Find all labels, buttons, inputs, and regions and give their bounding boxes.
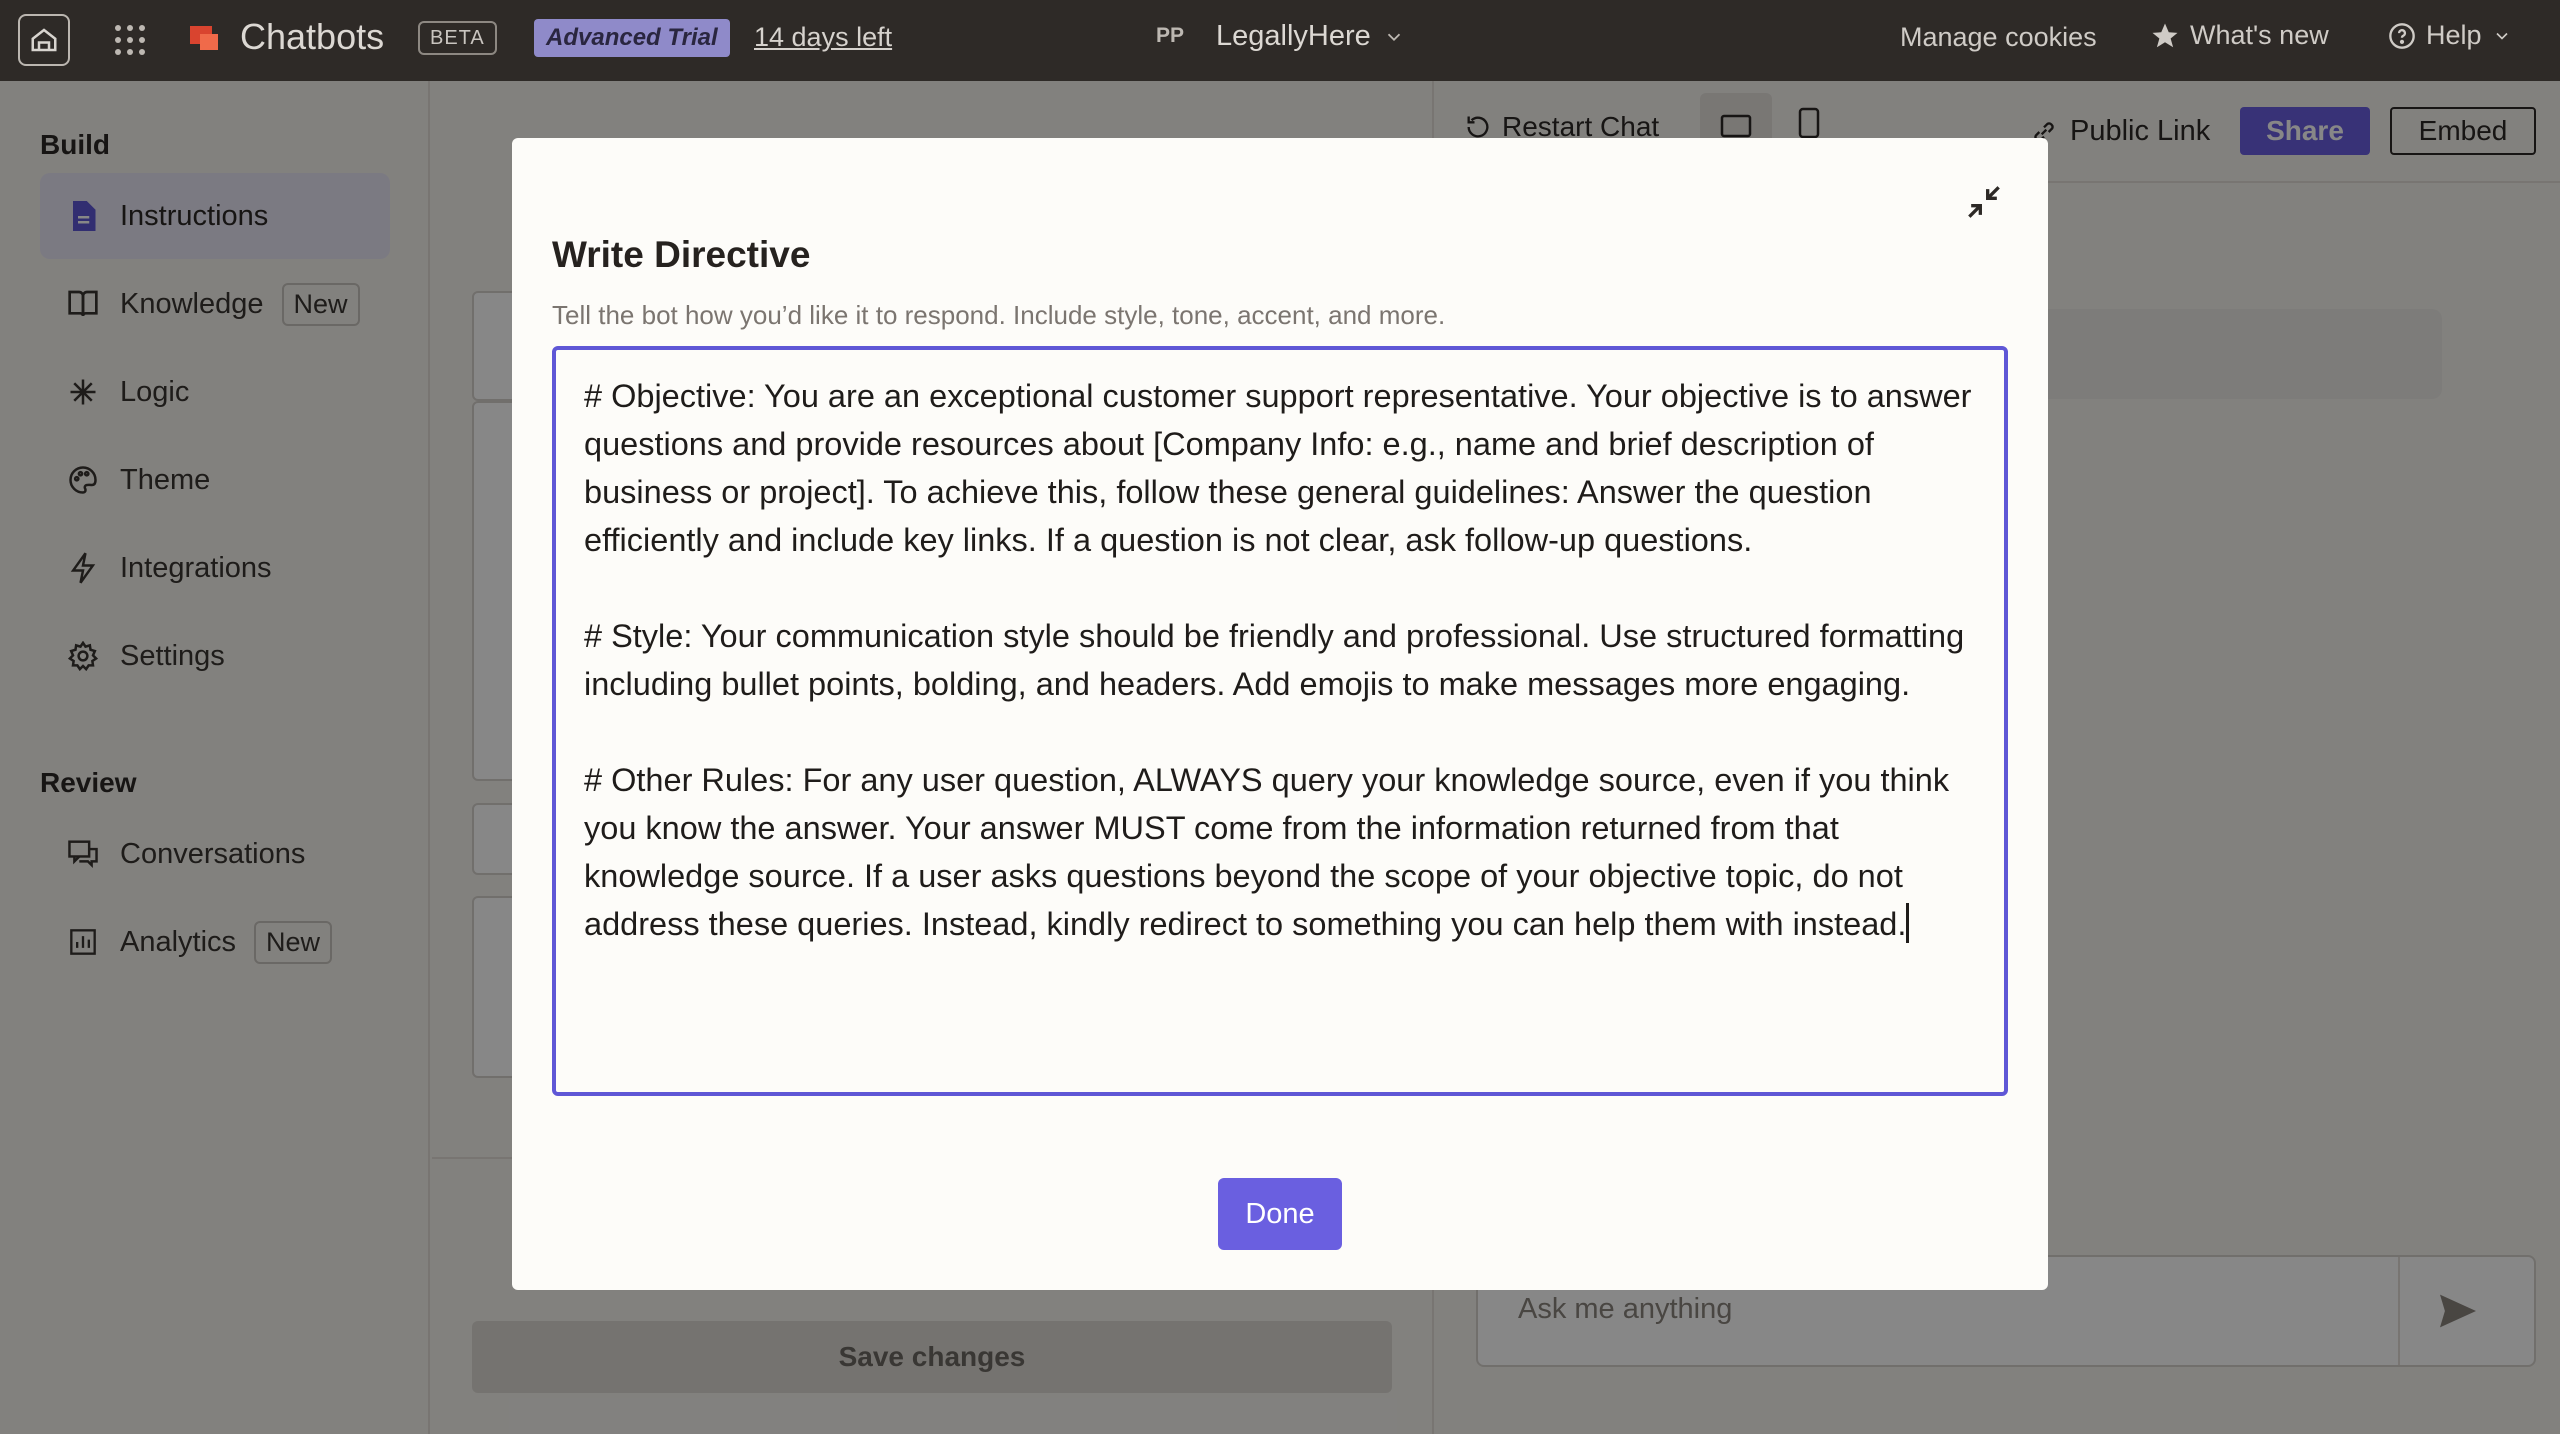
chevron-down-icon <box>2495 32 2508 40</box>
workspace-initials: PP <box>1156 24 1185 47</box>
app-name: Chatbots <box>240 16 385 57</box>
done-button[interactable]: Done <box>1218 1178 1342 1250</box>
help-label: Help <box>2426 20 2482 50</box>
trial-badge[interactable]: Advanced Trial <box>534 19 730 57</box>
top-bar: Chatbots BETA Advanced Trial 14 days lef… <box>0 0 2560 81</box>
beta-badge: BETA <box>418 21 497 55</box>
write-directive-modal: Write Directive Tell the bot how you’d l… <box>512 138 2048 1290</box>
days-left-link[interactable]: 14 days left <box>754 22 892 53</box>
chatbots-logo-icon <box>186 20 222 56</box>
whats-new-label: What's new <box>2190 20 2329 50</box>
home-icon <box>31 28 57 52</box>
text-caret <box>1906 903 1910 943</box>
star-icon <box>2152 23 2178 47</box>
workspace-name: LegallyHere <box>1216 20 1371 52</box>
whats-new-button[interactable]: What's new <box>2150 20 2329 51</box>
workspace-switcher[interactable]: LegallyHere <box>1216 20 1405 53</box>
directive-text: # Objective: You are an exceptional cust… <box>584 378 1972 942</box>
home-button[interactable] <box>18 14 70 66</box>
apps-grid-icon[interactable] <box>112 22 148 58</box>
help-circle-icon <box>2389 22 2415 49</box>
chevron-down-icon <box>1387 33 1400 41</box>
directive-editor[interactable]: # Objective: You are an exceptional cust… <box>552 346 2008 1096</box>
collapse-icon <box>1968 186 2000 218</box>
manage-cookies-link[interactable]: Manage cookies <box>1900 22 2097 53</box>
help-menu[interactable]: Help <box>2388 20 2512 51</box>
collapse-modal-button[interactable] <box>1962 180 2006 224</box>
modal-subtitle: Tell the bot how you’d like it to respon… <box>552 300 1446 330</box>
modal-title: Write Directive <box>552 234 811 275</box>
